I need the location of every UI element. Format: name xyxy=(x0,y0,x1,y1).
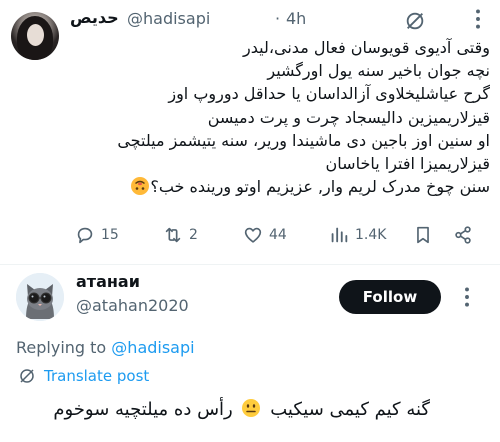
views-count: 1.4K xyxy=(355,227,387,243)
reply-text: گنه کیم کیمی سیکیب رأس ده میلتچیه سوخوم xyxy=(53,396,430,424)
no-entry-slash-icon[interactable] xyxy=(404,10,426,32)
replying-to-line: Replying to @hadisapi xyxy=(16,338,195,357)
reply-bubble-icon xyxy=(77,227,93,244)
more-vertical-icon[interactable] xyxy=(454,284,480,310)
tweet-actions: 15 2 44 1.4K xyxy=(70,222,480,248)
tweet-text-line: او سنین اوز باجین دی ماشیندا وریر، سنه ی… xyxy=(117,130,490,150)
follow-button[interactable]: Follow xyxy=(339,280,441,314)
reply-author-handle[interactable]: @atahan2020 xyxy=(76,296,189,315)
avatar-face-shape xyxy=(27,24,44,46)
tweet-text-line: قیزلاریمیزین دالیسجاد چرت و پرت دمیسن xyxy=(207,107,490,127)
retweet-count: 2 xyxy=(189,227,198,243)
tweet-divider xyxy=(0,264,500,265)
tweet-text: وقتی آدیوی قویوسان فعال مدنی،لیدر نچه جو… xyxy=(70,36,490,198)
tweet-timestamp[interactable]: 4h xyxy=(286,9,306,28)
bookmark-icon xyxy=(417,226,429,244)
share-button[interactable] xyxy=(452,222,479,248)
tweet-text-line: وقتی آدیوی قویوسان فعال مدنی،لیدر xyxy=(243,38,490,57)
replying-to-mention[interactable]: @hadisapi xyxy=(111,338,194,357)
views-bar-chart-icon xyxy=(331,227,348,243)
reply-count: 15 xyxy=(101,227,119,243)
like-button[interactable]: 44 xyxy=(242,222,287,248)
views-button[interactable]: 1.4K xyxy=(328,222,386,248)
more-vertical-icon[interactable] xyxy=(465,6,491,32)
reply-button[interactable]: 15 xyxy=(74,222,119,248)
translate-post-link[interactable]: Translate post xyxy=(18,365,149,387)
upside-down-face-emoji xyxy=(131,177,150,196)
retweet-icon xyxy=(165,227,181,243)
bookmark-button[interactable] xyxy=(412,222,439,248)
reply-text-part: گنه کیم کیمی سیکیب xyxy=(270,399,430,420)
parent-tweet: حدیص @hadisapi · 4h وقتی آدیوی قویوسان ف… xyxy=(0,0,500,264)
tweet-text-line: گرح عیاشلیخلاوی آزالداسان یا حداقل دوروپ… xyxy=(168,84,490,104)
reply-author-name[interactable]: атанаи xyxy=(76,272,140,291)
replying-to-prefix: Replying to xyxy=(16,338,107,357)
no-entry-slash-icon xyxy=(20,369,34,383)
translate-post-label: Translate post xyxy=(44,367,150,385)
header-separator: · xyxy=(275,9,281,28)
like-count: 44 xyxy=(269,227,287,243)
tweet-header: حدیص @hadisapi · 4h xyxy=(70,8,490,32)
reply-text-part: رأس ده میلتچیه سوخوم xyxy=(53,399,233,420)
tweet-text-line-content: سنن چوخ مدرک لریم وار, عزیزیم اوتو وریند… xyxy=(150,177,490,197)
reply-author-avatar[interactable] xyxy=(16,273,64,321)
share-icon xyxy=(455,226,471,244)
cat-with-glasses-avatar-icon xyxy=(16,273,64,321)
author-name[interactable]: حدیص xyxy=(70,8,119,27)
tweet-text-line-last: سنن چوخ مدرک لریم وار, عزیزیم اوتو وریند… xyxy=(70,175,490,198)
author-handle[interactable]: @hadisapi xyxy=(127,9,210,28)
tweet-text-line: نچه جوان باخیر سنه یول اورگشیر xyxy=(267,61,490,81)
retweet-button[interactable]: 2 xyxy=(162,222,198,248)
heart-icon xyxy=(244,227,262,243)
neutral-face-emoji xyxy=(242,399,261,417)
author-avatar[interactable] xyxy=(11,12,59,60)
tweet-text-line: قیزلاریمیزا افترا یاخاسان xyxy=(325,153,490,173)
